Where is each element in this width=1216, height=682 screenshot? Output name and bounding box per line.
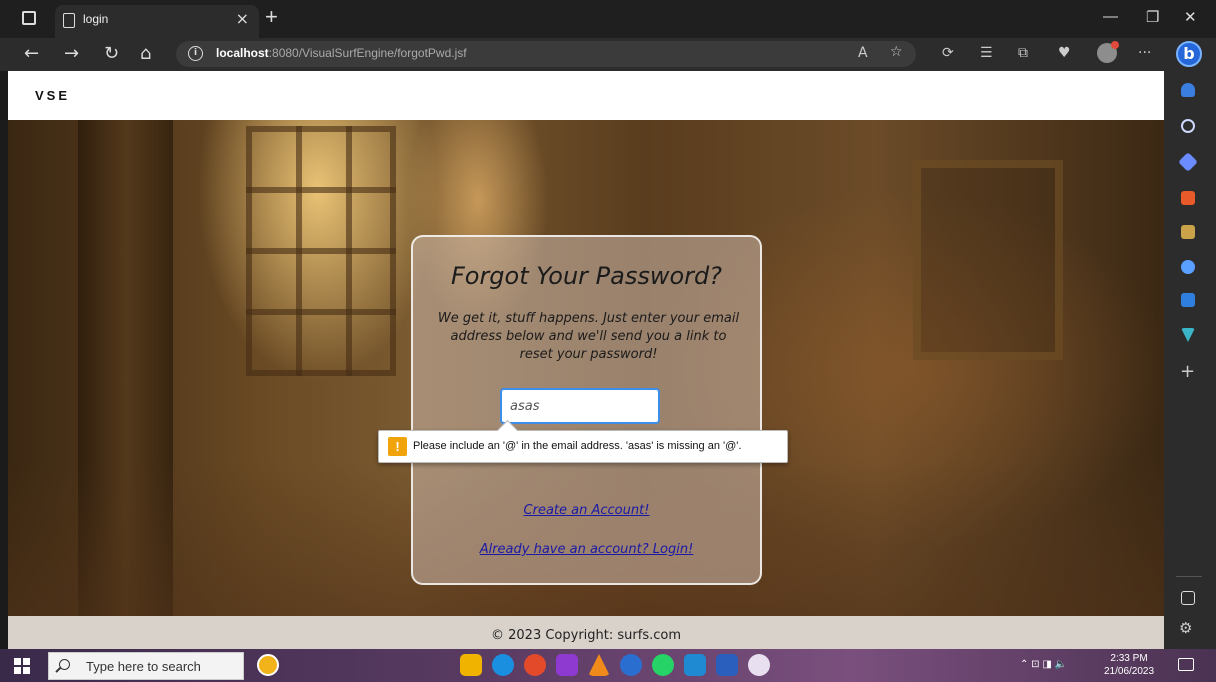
forgot-password-card: Forgot Your Password? We get it, stuff h…	[411, 235, 762, 585]
tab-close-icon[interactable]: ×	[236, 9, 249, 28]
card-description: We get it, stuff happens. Just enter you…	[437, 311, 740, 362]
app-icon[interactable]	[748, 654, 770, 676]
tab-title: login	[83, 12, 109, 26]
word-icon[interactable]	[716, 654, 738, 676]
validation-message: Please include an '@' in the email addre…	[413, 440, 742, 452]
notification-center-icon[interactable]	[1178, 658, 1194, 671]
browser-essentials-icon[interactable]: ♥	[1058, 45, 1071, 61]
file-explorer-icon[interactable]	[460, 654, 482, 676]
card-title: Forgot Your Password?	[450, 262, 723, 290]
background-decor	[246, 126, 396, 376]
hero-background: Forgot Your Password? We get it, stuff h…	[8, 120, 1164, 616]
edge-sidebar: + ⚙	[1164, 71, 1216, 649]
bing-chat-icon[interactable]: b	[1176, 41, 1202, 67]
taskbar-search[interactable]: Type here to search	[48, 652, 244, 680]
background-decor	[913, 160, 1063, 360]
back-icon[interactable]: ←	[24, 43, 39, 64]
tools-icon[interactable]	[1181, 191, 1195, 205]
clock-date: 21/06/2023	[1104, 666, 1155, 677]
collections-icon[interactable]: ⧉	[1018, 45, 1028, 61]
add-sidebar-app-icon[interactable]: +	[1180, 361, 1195, 382]
taskbar-clock[interactable]: 2:33 PM 21/06/2023	[1104, 652, 1154, 678]
drop-icon[interactable]	[1181, 328, 1195, 342]
sidebar-divider	[1176, 576, 1202, 577]
new-tab-button[interactable]: +	[265, 4, 278, 30]
url-path: :8080/VisualSurfEngine/forgotPwd.jsf	[268, 46, 467, 60]
minimize-button[interactable]: —	[1103, 8, 1118, 25]
visual-studio-icon[interactable]	[556, 654, 578, 676]
more-menu-icon[interactable]: ···	[1138, 45, 1151, 61]
weather-icon[interactable]	[257, 654, 279, 676]
outlook-icon[interactable]	[1181, 293, 1195, 307]
favorites-icon[interactable]: ☰	[980, 45, 993, 61]
vscode-icon[interactable]	[684, 654, 706, 676]
login-link[interactable]: Already have an account? Login!	[413, 542, 760, 557]
url-host: localhost	[216, 46, 269, 60]
read-aloud-icon[interactable]: A	[858, 45, 868, 61]
windows-start-icon[interactable]	[14, 658, 30, 674]
whatsapp-icon[interactable]	[652, 654, 674, 676]
forward-icon[interactable]: →	[64, 43, 79, 64]
url-text: localhost:8080/VisualSurfEngine/forgotPw…	[216, 46, 467, 60]
search-icon	[59, 659, 70, 670]
web-page: VSE Forgot Your Password? We get it, stu…	[8, 71, 1164, 649]
site-brand[interactable]: VSE	[35, 88, 70, 103]
copilot-icon[interactable]	[1181, 260, 1195, 274]
taskbar-search-placeholder: Type here to search	[86, 659, 201, 674]
restore-button[interactable]: ❐	[1146, 8, 1159, 26]
refresh-icon[interactable]: ↻	[104, 43, 119, 64]
extensions-icon[interactable]: ⟳	[942, 45, 954, 61]
clock-time: 2:33 PM	[1110, 653, 1148, 664]
favorite-star-icon[interactable]: ☆	[890, 44, 903, 60]
vlc-icon[interactable]	[588, 654, 610, 676]
shopping-tag-icon[interactable]	[1178, 152, 1198, 172]
chrome-icon[interactable]	[524, 654, 546, 676]
close-window-button[interactable]: ✕	[1184, 8, 1197, 26]
edge-icon[interactable]	[492, 654, 514, 676]
profile-avatar[interactable]	[1097, 41, 1119, 63]
windows-taskbar: Type here to search ⌃ ⊡ ◨ 🔈 2:33 PM 21/0…	[0, 649, 1216, 682]
search-icon[interactable]	[1181, 119, 1195, 133]
site-header: VSE	[8, 71, 1164, 120]
create-account-link[interactable]: Create an Account!	[413, 503, 760, 518]
notifications-icon[interactable]	[1181, 83, 1195, 97]
browser-toolbar: ← → ↻ ⌂ i localhost:8080/VisualSurfEngin…	[0, 38, 1216, 71]
email-input[interactable]	[500, 388, 660, 424]
home-icon[interactable]: ⌂	[140, 43, 151, 64]
page-icon	[63, 13, 75, 28]
system-tray-icons[interactable]: ⌃ ⊡ ◨ 🔈	[1020, 659, 1067, 670]
tab-actions-icon[interactable]	[22, 11, 36, 25]
browser-tab-login[interactable]: login ×	[55, 5, 259, 38]
validation-tooltip: ! Please include an '@' in the email add…	[378, 430, 788, 463]
site-info-icon[interactable]: i	[188, 46, 203, 61]
settings-gear-icon[interactable]: ⚙	[1179, 619, 1192, 637]
address-bar[interactable]: i localhost:8080/VisualSurfEngine/forgot…	[176, 41, 916, 67]
app-icon[interactable]	[620, 654, 642, 676]
warning-icon: !	[388, 437, 407, 456]
site-footer: © 2023 Copyright: surfs.com	[8, 616, 1164, 649]
browser-tab-bar: login × + — ❐ ✕	[0, 0, 1216, 38]
games-icon[interactable]	[1181, 225, 1195, 239]
sidebar-toggle-icon[interactable]	[1181, 591, 1195, 605]
